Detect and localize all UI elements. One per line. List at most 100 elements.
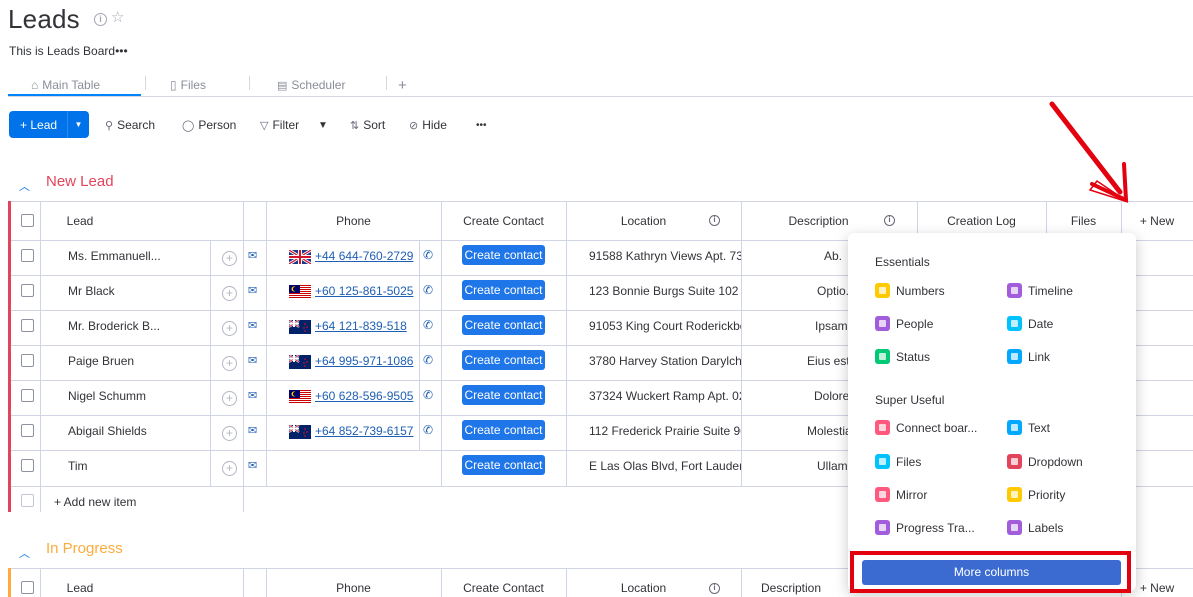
column-header-description[interactable]: Description bbox=[741, 214, 896, 228]
phone-call-icon[interactable]: ✆ bbox=[423, 423, 433, 437]
email-icon[interactable]: ✉ bbox=[248, 249, 257, 262]
phone-call-icon[interactable]: ✆ bbox=[423, 318, 433, 332]
select-all-checkbox[interactable] bbox=[21, 581, 34, 594]
location-cell[interactable]: 37324 Wuckert Ramp Apt. 020 bbox=[589, 389, 741, 403]
tab-main-table[interactable]: ⌂ Main Table bbox=[31, 74, 100, 96]
email-icon[interactable]: ✉ bbox=[248, 424, 257, 437]
column-type-files[interactable]: Files bbox=[875, 454, 921, 469]
board-description[interactable]: This is Leads Board••• bbox=[9, 44, 128, 58]
column-header-files[interactable]: Files bbox=[1046, 214, 1121, 228]
column-type-mirror[interactable]: Mirror bbox=[875, 487, 927, 502]
column-header-phone[interactable]: Phone bbox=[266, 581, 441, 595]
description-info-icon[interactable]: i bbox=[884, 215, 895, 226]
lead-name[interactable]: Mr. Broderick B... bbox=[68, 319, 208, 333]
lead-name[interactable]: Abigail Shields bbox=[68, 424, 208, 438]
add-update-icon[interactable]: + bbox=[222, 391, 237, 406]
add-new-item-input[interactable]: + Add new item bbox=[54, 495, 136, 509]
select-all-checkbox[interactable] bbox=[21, 214, 34, 227]
add-view-plus-icon[interactable]: + bbox=[398, 74, 407, 96]
star-icon[interactable]: ☆ bbox=[111, 10, 124, 25]
column-type-timeline[interactable]: Timeline bbox=[1007, 283, 1073, 298]
hide-button[interactable]: ⊘ Hide bbox=[409, 117, 447, 133]
add-lead-button[interactable]: + Lead ▼ bbox=[9, 111, 89, 138]
row-checkbox[interactable] bbox=[21, 459, 34, 472]
row-checkbox[interactable] bbox=[21, 249, 34, 262]
collapse-group-icon[interactable]: ︿ bbox=[19, 545, 30, 561]
more-options-icon[interactable]: ••• bbox=[476, 117, 487, 133]
row-checkbox[interactable] bbox=[21, 319, 34, 332]
column-type-priority[interactable]: Priority bbox=[1007, 487, 1065, 502]
lead-name[interactable]: Mr Black bbox=[68, 284, 208, 298]
group-title-new-lead[interactable]: New Lead bbox=[46, 173, 114, 190]
search-button[interactable]: ⚲ Search bbox=[105, 117, 155, 133]
info-icon[interactable]: i bbox=[94, 13, 107, 26]
create-contact-button[interactable]: Create contact bbox=[462, 315, 545, 335]
column-header-create-contact[interactable]: Create Contact bbox=[441, 214, 566, 228]
email-icon[interactable]: ✉ bbox=[248, 284, 257, 297]
location-cell[interactable]: 91588 Kathryn Views Apt. 734 bbox=[589, 249, 741, 263]
chevron-down-icon[interactable]: ▼ bbox=[68, 120, 89, 129]
description-cell[interactable]: Eius est bbox=[807, 354, 848, 368]
column-header-creation-log[interactable]: Creation Log bbox=[917, 214, 1046, 228]
tab-scheduler[interactable]: ▤ Scheduler bbox=[277, 74, 345, 96]
column-header-lead[interactable]: Lead bbox=[40, 214, 120, 228]
column-header-phone[interactable]: Phone bbox=[266, 214, 441, 228]
add-new-column-button[interactable]: + New bbox=[1121, 214, 1193, 228]
add-update-icon[interactable]: + bbox=[222, 286, 237, 301]
column-header-lead[interactable]: Lead bbox=[40, 581, 120, 595]
create-contact-button[interactable]: Create contact bbox=[462, 455, 545, 475]
location-cell[interactable]: E Las Olas Blvd, Fort Lauderda bbox=[589, 459, 741, 473]
create-contact-button[interactable]: Create contact bbox=[462, 245, 545, 265]
description-more-icon[interactable]: ••• bbox=[115, 44, 128, 58]
phone-call-icon[interactable]: ✆ bbox=[423, 283, 433, 297]
create-contact-button[interactable]: Create contact bbox=[462, 280, 545, 300]
email-icon[interactable]: ✉ bbox=[248, 354, 257, 367]
column-header-create-contact[interactable]: Create Contact bbox=[441, 581, 566, 595]
email-icon[interactable]: ✉ bbox=[248, 319, 257, 332]
add-update-icon[interactable]: + bbox=[222, 461, 237, 476]
location-cell[interactable]: 91053 King Court Roderickber bbox=[589, 319, 741, 333]
add-update-icon[interactable]: + bbox=[222, 321, 237, 336]
column-type-text[interactable]: Text bbox=[1007, 420, 1050, 435]
add-update-icon[interactable]: + bbox=[222, 251, 237, 266]
phone-number-link[interactable]: +44 644-760-2729 bbox=[315, 249, 413, 263]
column-type-people[interactable]: People bbox=[875, 316, 933, 331]
lead-name[interactable]: Ms. Emmanuell... bbox=[68, 249, 208, 263]
filter-chevron-down-icon[interactable]: ▼ bbox=[318, 117, 328, 133]
add-update-icon[interactable]: + bbox=[222, 426, 237, 441]
person-filter-button[interactable]: ◯ Person bbox=[182, 117, 236, 133]
description-cell[interactable]: Ab. bbox=[824, 249, 848, 263]
row-checkbox[interactable] bbox=[21, 389, 34, 402]
phone-number-link[interactable]: +60 628-596-9505 bbox=[315, 389, 413, 403]
description-cell[interactable]: Molestiae bbox=[807, 424, 848, 438]
location-info-icon[interactable]: i bbox=[709, 583, 720, 594]
column-type-status[interactable]: Status bbox=[875, 349, 930, 364]
column-header-location[interactable]: Location bbox=[566, 214, 721, 228]
phone-number-link[interactable]: +64 995-971-1086 bbox=[315, 354, 413, 368]
create-contact-button[interactable]: Create contact bbox=[462, 385, 545, 405]
row-checkbox[interactable] bbox=[21, 424, 34, 437]
column-header-description[interactable]: Description bbox=[741, 581, 841, 595]
column-type-dropdown[interactable]: Dropdown bbox=[1007, 454, 1083, 469]
column-type-progress-tracking[interactable]: Progress Tra... bbox=[875, 520, 975, 535]
phone-number-link[interactable]: +64 121-839-518 bbox=[315, 319, 407, 333]
location-cell[interactable]: 112 Frederick Prairie Suite 960 bbox=[589, 424, 741, 438]
row-checkbox[interactable] bbox=[21, 284, 34, 297]
create-contact-button[interactable]: Create contact bbox=[462, 420, 545, 440]
email-icon[interactable]: ✉ bbox=[248, 389, 257, 402]
create-contact-button[interactable]: Create contact bbox=[462, 350, 545, 370]
sort-button[interactable]: ⇅ Sort bbox=[350, 117, 385, 133]
lead-name[interactable]: Paige Bruen bbox=[68, 354, 208, 368]
group-title-in-progress[interactable]: In Progress bbox=[46, 540, 123, 557]
phone-number-link[interactable]: +64 852-739-6157 bbox=[315, 424, 413, 438]
column-header-location[interactable]: Location bbox=[566, 581, 721, 595]
description-cell[interactable]: Dolore bbox=[814, 389, 848, 403]
column-type-link[interactable]: Link bbox=[1007, 349, 1050, 364]
row-checkbox[interactable] bbox=[21, 354, 34, 367]
column-type-date[interactable]: Date bbox=[1007, 316, 1053, 331]
phone-call-icon[interactable]: ✆ bbox=[423, 353, 433, 367]
description-cell[interactable]: Optio. bbox=[817, 284, 848, 298]
location-cell[interactable]: 3780 Harvey Station Darylche bbox=[589, 354, 741, 368]
phone-number-link[interactable]: +60 125-861-5025 bbox=[315, 284, 413, 298]
lead-name[interactable]: Nigel Schumm bbox=[68, 389, 208, 403]
